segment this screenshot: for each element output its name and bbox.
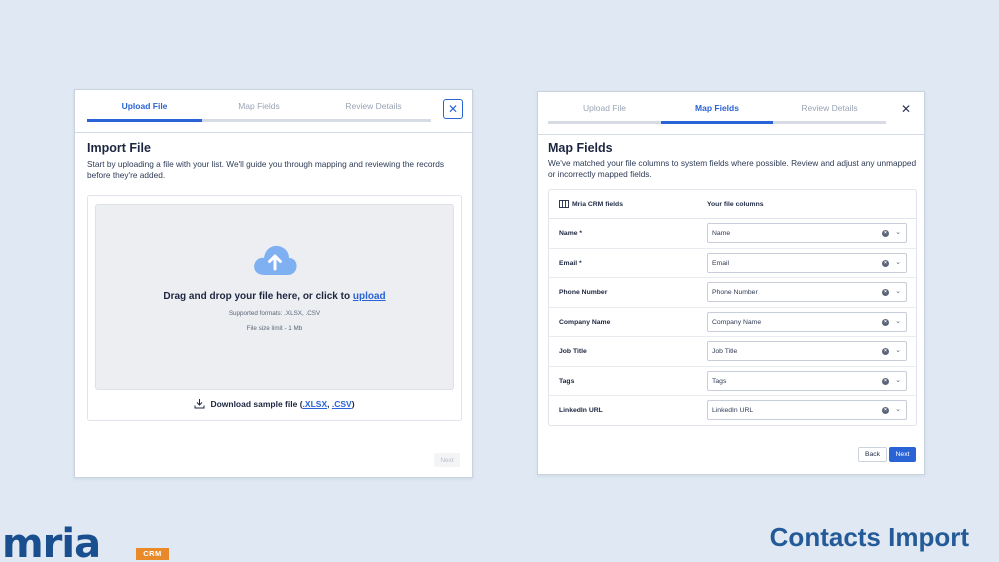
table-row: Name * Name × ⌄ bbox=[549, 219, 916, 249]
page-title: Map Fields bbox=[548, 141, 613, 155]
stepper: Upload File Map Fields Review Details bbox=[75, 90, 472, 133]
download-icon bbox=[194, 399, 205, 409]
dropzone-instruction: Drag and drop your file here, or click t… bbox=[163, 291, 351, 302]
file-dropzone[interactable]: Drag and drop your file here, or click t… bbox=[95, 204, 454, 390]
file-column-select[interactable]: Job Title × ⌄ bbox=[707, 341, 907, 361]
chevron-down-icon[interactable]: ⌄ bbox=[895, 317, 901, 325]
crm-field-label: Job Title bbox=[559, 348, 587, 355]
import-file-dialog: Upload File Map Fields Review Details ✕ … bbox=[74, 89, 473, 478]
step-upload-file[interactable]: Upload File bbox=[87, 102, 202, 122]
step-map-fields[interactable]: Map Fields bbox=[202, 102, 316, 122]
step-label: Upload File bbox=[121, 101, 168, 111]
table-row: Company Name Company Name × ⌄ bbox=[549, 308, 916, 337]
step-label: Review Details bbox=[345, 101, 402, 111]
chevron-down-icon[interactable]: ⌄ bbox=[895, 405, 901, 413]
clear-icon[interactable]: × bbox=[882, 230, 889, 237]
table-row: Phone Number Phone Number × ⌄ bbox=[549, 278, 916, 308]
clear-icon[interactable]: × bbox=[882, 407, 889, 414]
step-label: Map Fields bbox=[695, 103, 739, 113]
selected-column: Tags bbox=[712, 377, 727, 385]
clear-icon[interactable]: × bbox=[882, 289, 889, 296]
upload-link[interactable]: upload bbox=[353, 291, 386, 302]
selected-column: Company Name bbox=[712, 318, 762, 326]
close-button[interactable]: ✕ bbox=[896, 99, 916, 119]
chevron-down-icon[interactable]: ⌄ bbox=[895, 228, 901, 236]
table-row: Tags Tags × ⌄ bbox=[549, 367, 916, 396]
file-column-select[interactable]: LinkedIn URL × ⌄ bbox=[707, 400, 907, 420]
file-column-select[interactable]: Phone Number × ⌄ bbox=[707, 282, 907, 302]
next-button[interactable]: Next bbox=[889, 447, 916, 462]
file-column-select[interactable]: Name × ⌄ bbox=[707, 223, 907, 243]
step-review-details[interactable]: Review Details bbox=[773, 104, 886, 124]
download-sample: Download sample file (.XLSX, .CSV) bbox=[88, 398, 461, 409]
crm-field-label: Company Name bbox=[559, 318, 611, 326]
step-upload-file[interactable]: Upload File bbox=[548, 104, 661, 124]
clear-icon[interactable]: × bbox=[882, 377, 889, 385]
file-size-limit: File size limit - 1 Mb bbox=[246, 325, 303, 332]
clear-icon[interactable]: × bbox=[882, 318, 889, 326]
crm-field-label: Phone Number bbox=[559, 289, 608, 296]
next-button[interactable]: Next bbox=[434, 453, 460, 467]
crm-fields-label: Mria CRM fields bbox=[572, 200, 623, 208]
chevron-down-icon[interactable]: ⌄ bbox=[895, 376, 901, 384]
selected-column: Email bbox=[712, 259, 729, 267]
page-title: Import File bbox=[87, 141, 151, 155]
page-description: We've matched your file columns to syste… bbox=[548, 158, 917, 179]
sample-separator: , bbox=[327, 398, 330, 409]
close-button[interactable]: ✕ bbox=[443, 99, 463, 119]
selected-column: Name bbox=[712, 230, 731, 237]
table-header: Mria CRM fields Your file columns bbox=[549, 190, 916, 219]
columns-icon bbox=[559, 200, 569, 208]
selected-column: LinkedIn URL bbox=[712, 407, 754, 414]
back-button[interactable]: Back bbox=[858, 447, 887, 462]
field-mapping-table: Mria CRM fields Your file columns Name *… bbox=[548, 189, 917, 426]
crm-fields-header: Mria CRM fields bbox=[559, 200, 623, 208]
table-row: Job Title Job Title × ⌄ bbox=[549, 337, 916, 367]
close-icon: ✕ bbox=[900, 102, 912, 116]
crm-field-label: Tags bbox=[559, 377, 575, 385]
selected-column: Phone Number bbox=[712, 289, 758, 296]
upload-area: Drag and drop your file here, or click t… bbox=[87, 195, 462, 421]
file-column-select[interactable]: Tags × ⌄ bbox=[707, 370, 907, 391]
logo-wordmark: mria bbox=[2, 521, 101, 562]
logo-badge: CRM bbox=[136, 548, 169, 560]
clear-icon[interactable]: × bbox=[882, 348, 889, 355]
step-label: Upload File bbox=[583, 103, 626, 113]
page-description: Start by uploading a file with your list… bbox=[87, 159, 445, 180]
page-caption: Contacts Import bbox=[769, 522, 969, 552]
sample-xlsx-link[interactable]: .XLSX bbox=[303, 399, 328, 409]
selected-column: Job Title bbox=[712, 348, 738, 355]
dropzone-text: Drag and drop your file here, or click t… bbox=[96, 291, 453, 302]
crm-field-label: LinkedIn URL bbox=[559, 407, 603, 414]
table-row: Email * Email × ⌄ bbox=[549, 249, 916, 278]
cloud-upload-icon bbox=[254, 245, 297, 275]
crm-field-label: Name * bbox=[559, 230, 583, 237]
chevron-down-icon[interactable]: ⌄ bbox=[895, 258, 901, 266]
file-column-select[interactable]: Email × ⌄ bbox=[707, 252, 907, 273]
file-columns-header: Your file columns bbox=[707, 201, 764, 208]
sample-close: ) bbox=[351, 398, 355, 409]
close-icon: ✕ bbox=[447, 102, 459, 116]
step-label: Review Details bbox=[801, 103, 858, 113]
supported-formats: Supported formats: .XLSX, .CSV bbox=[228, 310, 321, 317]
file-column-select[interactable]: Company Name × ⌄ bbox=[707, 311, 907, 332]
crm-field-label: Email * bbox=[559, 259, 582, 267]
sample-label: Download sample file ( bbox=[210, 398, 303, 409]
map-fields-dialog: Upload File Map Fields Review Details ✕ … bbox=[537, 91, 925, 475]
stepper: Upload File Map Fields Review Details bbox=[538, 92, 924, 135]
step-review-details[interactable]: Review Details bbox=[316, 102, 431, 122]
step-map-fields[interactable]: Map Fields bbox=[661, 104, 773, 124]
step-label: Map Fields bbox=[238, 101, 280, 111]
chevron-down-icon[interactable]: ⌄ bbox=[895, 287, 901, 295]
clear-icon[interactable]: × bbox=[882, 259, 889, 267]
table-row: LinkedIn URL LinkedIn URL × ⌄ bbox=[549, 396, 916, 426]
chevron-down-icon[interactable]: ⌄ bbox=[895, 346, 901, 354]
sample-csv-link[interactable]: .CSV bbox=[332, 399, 352, 409]
